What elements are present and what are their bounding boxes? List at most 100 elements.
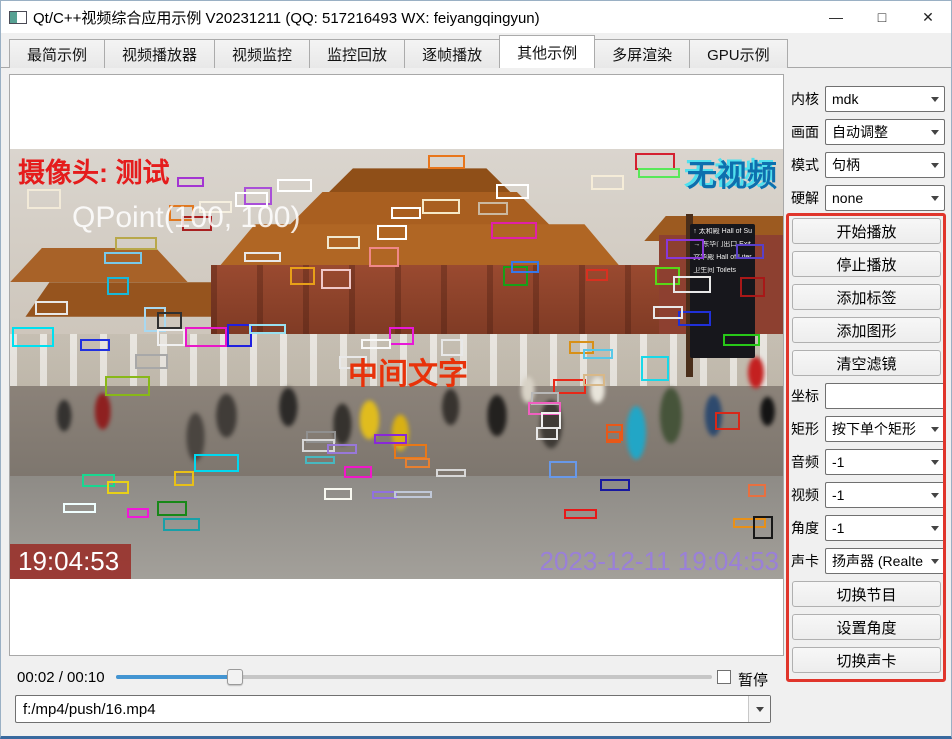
annotation-rect — [12, 327, 54, 347]
render-mode-combobox[interactable]: 句柄 — [825, 152, 945, 178]
seek-slider-fill — [116, 675, 235, 679]
add-graphic-button[interactable]: 添加图形 — [792, 317, 941, 343]
annotation-rect — [428, 155, 465, 169]
file-path-dropdown-button[interactable] — [748, 696, 770, 722]
annotation-rect — [174, 471, 194, 486]
clear-filters-row: 清空滤镜 — [787, 350, 945, 376]
annotation-rect — [107, 277, 129, 295]
annotation-rect — [394, 444, 427, 459]
annotation-rect — [638, 168, 680, 178]
audio-track-row: 音频-1 — [787, 449, 945, 475]
annotation-rect — [673, 276, 711, 293]
maximize-button[interactable]: □ — [859, 1, 905, 33]
annotation-rect — [496, 184, 529, 199]
screen-mode-combobox[interactable]: 自动调整 — [825, 119, 945, 145]
audio-track-value: -1 — [826, 454, 926, 470]
sound-card-value: 扬声器 (Realte — [826, 551, 926, 571]
chevron-down-icon — [926, 163, 944, 168]
window-title: Qt/C++视频综合应用示例 V20231211 (QQ: 517216493 … — [33, 7, 540, 28]
annotation-rect — [653, 306, 683, 319]
switch-program-row: 切换节目 — [787, 581, 945, 607]
video-display[interactable]: ↑ 太和殿 Hall of Supreme→ 东华门出口 Exit at Eas… — [10, 149, 783, 579]
stop-play-row: 停止播放 — [787, 251, 945, 277]
annotation-rect — [422, 199, 460, 214]
video-track-value: -1 — [826, 487, 926, 503]
annotation-rect — [344, 466, 372, 478]
app-window: Qt/C++视频综合应用示例 V20231211 (QQ: 517216493 … — [0, 0, 952, 739]
annotation-rect — [249, 324, 286, 334]
playback-time-label: 00:02 / 00:10 — [17, 669, 105, 686]
seek-slider-handle[interactable] — [227, 669, 243, 685]
tab-2[interactable]: 视频播放器 — [104, 39, 215, 68]
switch-sound-card-button[interactable]: 切换声卡 — [792, 647, 941, 673]
tab-4[interactable]: 监控回放 — [309, 39, 405, 68]
annotation-rect — [377, 225, 407, 240]
annotation-rect — [185, 327, 227, 347]
annotation-rect — [107, 481, 129, 494]
annotation-rect — [600, 479, 630, 491]
start-play-row: 开始播放 — [787, 218, 945, 244]
annotation-rect — [583, 349, 613, 359]
rect-mode-combobox[interactable]: 按下单个矩形 — [825, 416, 945, 442]
qpoint-osd-label: QPoint(100, 100) — [72, 201, 300, 235]
annotation-rect — [35, 301, 68, 315]
annotation-rect — [157, 329, 185, 346]
set-angle-row: 设置角度 — [787, 614, 945, 640]
annotation-rect — [80, 339, 110, 351]
kernel-combobox[interactable]: mdk — [825, 86, 945, 112]
file-path-combobox[interactable]: f:/mp4/push/16.mp4 — [15, 695, 771, 723]
video-track-combobox[interactable]: -1 — [825, 482, 945, 508]
annotation-rect — [277, 179, 312, 192]
tab-8[interactable]: GPU示例 — [689, 39, 788, 68]
render-mode-value: 句柄 — [826, 155, 926, 175]
sound-card-combobox[interactable]: 扬声器 (Realte — [825, 548, 945, 574]
tab-5[interactable]: 逐帧播放 — [404, 39, 500, 68]
audio-track-combobox[interactable]: -1 — [825, 449, 945, 475]
audio-track-label: 音频 — [787, 452, 825, 472]
tab-bar: 最简示例视频播放器视频监控监控回放逐帧播放其他示例多屏渲染GPU示例 — [1, 33, 951, 68]
title-bar: Qt/C++视频综合应用示例 V20231211 (QQ: 517216493 … — [1, 1, 951, 33]
video-track-row: 视频-1 — [787, 482, 945, 508]
stop-play-button[interactable]: 停止播放 — [792, 251, 941, 277]
chevron-down-icon — [926, 196, 944, 201]
angle-combobox[interactable]: -1 — [825, 515, 945, 541]
annotation-rect — [748, 484, 766, 497]
set-angle-button[interactable]: 设置角度 — [792, 614, 941, 640]
coordinate-field[interactable] — [825, 383, 945, 409]
datetime-osd: 2023-12-11 19:04:53 — [540, 546, 780, 577]
annotation-rect — [753, 516, 773, 539]
annotation-rect — [115, 237, 157, 250]
close-button[interactable]: ✕ — [905, 1, 951, 33]
pause-checkbox-label: 暂停 — [738, 669, 768, 690]
minimize-button[interactable]: — — [813, 1, 859, 33]
chevron-down-icon — [756, 707, 764, 712]
annotation-rect — [361, 339, 391, 349]
hwdec-combobox[interactable]: none — [825, 185, 945, 211]
tab-1[interactable]: 最简示例 — [9, 39, 105, 68]
rect-mode-value: 按下单个矩形 — [826, 419, 926, 439]
pause-checkbox[interactable] — [717, 670, 731, 684]
switch-program-button[interactable]: 切换节目 — [792, 581, 941, 607]
annotation-rect — [321, 269, 351, 289]
seek-slider[interactable] — [116, 669, 712, 685]
start-play-button[interactable]: 开始播放 — [792, 218, 941, 244]
add-label-row: 添加标签 — [787, 284, 945, 310]
tab-3[interactable]: 视频监控 — [214, 39, 310, 68]
window-controls: — □ ✕ — [813, 1, 951, 33]
video-track-label: 视频 — [787, 485, 825, 505]
annotation-rect — [564, 509, 597, 519]
tab-6[interactable]: 其他示例 — [499, 35, 595, 68]
file-path-value[interactable]: f:/mp4/push/16.mp4 — [16, 701, 748, 718]
sound-card-label: 声卡 — [787, 551, 825, 571]
tab-7[interactable]: 多屏渲染 — [594, 39, 690, 68]
chevron-down-icon — [926, 559, 944, 564]
add-label-button[interactable]: 添加标签 — [792, 284, 941, 310]
switch-sound-card-row: 切换声卡 — [787, 647, 945, 673]
annotation-rect — [157, 501, 187, 516]
annotation-rect — [641, 356, 669, 381]
annotation-rect — [324, 488, 352, 500]
kernel-label: 内核 — [787, 89, 825, 109]
clear-filters-button[interactable]: 清空滤镜 — [792, 350, 941, 376]
annotation-rect — [27, 189, 61, 209]
add-graphic-row: 添加图形 — [787, 317, 945, 343]
